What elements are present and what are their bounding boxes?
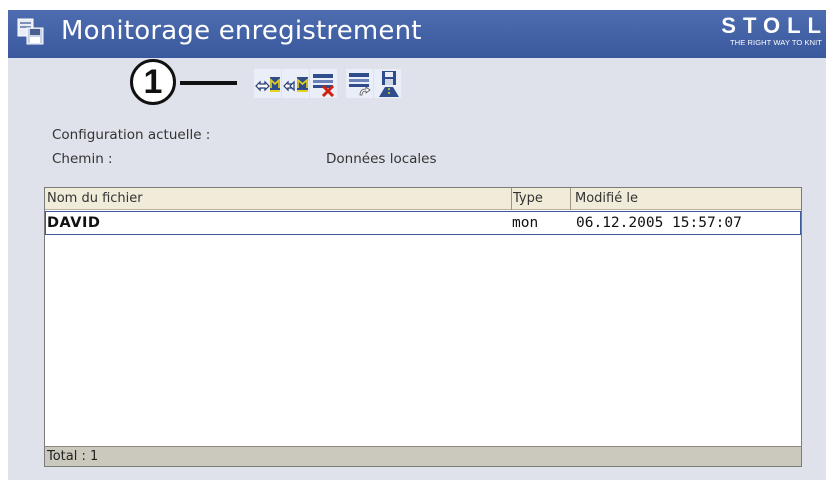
callout-line [180, 81, 237, 85]
path-value: Données locales [326, 151, 437, 167]
record-monitor-icon [17, 18, 44, 45]
table-footer: Total : 1 [45, 446, 801, 466]
brand-slogan: THE RIGHT WAY TO KNIT [730, 38, 822, 47]
file-table: Nom du fichier Type Modifié le DAVID mon… [44, 187, 802, 467]
config-label: Configuration actuelle : [52, 127, 211, 143]
title-bar: Monitorage enregistrement STOLL THE RIGH… [8, 10, 826, 58]
window-title: Monitorage enregistrement [61, 16, 422, 46]
brand-name: STOLL [721, 13, 828, 38]
cell-file-name: DAVID [47, 215, 101, 231]
brand-logo: STOLL THE RIGHT WAY TO KNIT [721, 14, 822, 48]
delete-list-button[interactable] [310, 69, 337, 98]
callout-marker: 1 [130, 59, 176, 105]
table-header: Nom du fichier Type Modifié le [45, 188, 801, 210]
list-refresh-icon [348, 72, 371, 95]
column-header-modified[interactable]: Modifié le [575, 191, 638, 206]
table-row[interactable]: DAVID mon 06.12.2005 15:57:07 [45, 211, 801, 235]
refresh-list-button[interactable] [346, 69, 373, 98]
path-label: Chemin : [52, 151, 113, 167]
cell-modified: 06.12.2005 15:57:07 [576, 215, 742, 231]
cell-file-type: mon [512, 215, 539, 231]
total-count: Total : 1 [47, 449, 99, 464]
delete-list-icon [312, 73, 334, 97]
save-to-disk-icon [378, 70, 399, 97]
save-button[interactable] [374, 69, 401, 98]
move-from-machine-icon [282, 76, 308, 92]
toolbar [254, 69, 402, 98]
move-from-machine-button[interactable] [282, 69, 309, 98]
column-header-type[interactable]: Type [513, 191, 543, 206]
move-to-machine-icon [254, 76, 280, 92]
column-header-name[interactable]: Nom du fichier [47, 191, 143, 206]
move-to-machine-button[interactable] [254, 69, 281, 98]
